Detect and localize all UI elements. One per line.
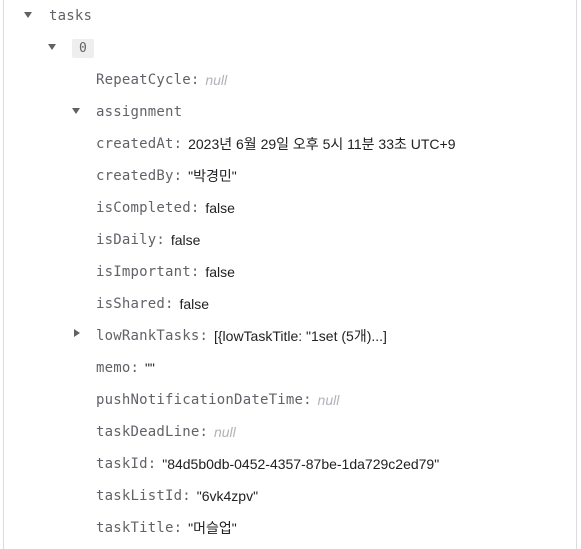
field-value: false — [170, 232, 201, 248]
field-tasklistid[interactable]: taskListId: "6vk4zpv" — [96, 484, 258, 508]
field-taskdeadline[interactable]: taskDeadLine: null — [96, 420, 236, 444]
field-colon: : — [303, 392, 312, 408]
caret-down-icon — [24, 12, 32, 18]
field-colon: : — [173, 136, 183, 152]
left-border — [3, 0, 4, 549]
field-key: lowRankTasks — [96, 328, 200, 344]
field-key: taskDeadLine — [96, 424, 200, 440]
field-key: isShared — [96, 296, 166, 312]
field-colon: : — [199, 328, 208, 344]
field-value: "박경민" — [188, 168, 237, 184]
field-iscompleted[interactable]: isCompleted: false — [96, 196, 235, 220]
caret-right-icon — [74, 329, 80, 337]
field-value: 2023년 6월 29일 오후 5시 11분 33초 UTC+9 — [188, 136, 456, 152]
expand-item-0-toggle[interactable] — [47, 42, 57, 52]
field-colon: : — [147, 456, 157, 472]
field-value: null — [205, 72, 228, 88]
field-lowranktasks[interactable]: lowRankTasks: [{lowTaskTitle: "1set (5개).… — [96, 324, 387, 348]
array-index-chip: 0 — [72, 38, 94, 58]
field-key: createdAt — [96, 136, 174, 152]
field-key: isCompleted — [96, 200, 191, 216]
field-value: null — [213, 424, 236, 440]
right-border — [576, 0, 577, 549]
node-key: assignment — [96, 104, 183, 120]
field-colon: : — [199, 424, 208, 440]
field-colon: : — [190, 200, 200, 216]
field-value: false — [179, 296, 210, 312]
tree-node-item-0[interactable]: 0 — [72, 36, 94, 60]
field-colon: : — [190, 72, 200, 88]
field-colon: : — [156, 232, 165, 248]
field-key: isDaily — [96, 232, 157, 248]
field-value: [{lowTaskTitle: "1set (5개)...] — [213, 328, 387, 344]
field-colon: : — [182, 488, 191, 504]
field-colon: : — [165, 296, 174, 312]
field-key: memo — [96, 360, 131, 376]
field-tasktitle[interactable]: taskTitle: "머슬업" — [96, 516, 237, 540]
field-colon: : — [190, 264, 200, 280]
field-colon: : — [173, 520, 183, 536]
field-key: taskListId — [96, 488, 183, 504]
field-value: false — [205, 264, 235, 280]
field-key: taskId — [96, 456, 148, 472]
field-key: createdBy — [96, 168, 174, 184]
field-key: taskTitle — [96, 520, 174, 536]
node-key: tasks — [49, 8, 93, 24]
tree-node-assignment[interactable]: assignment — [96, 100, 182, 124]
field-isimportant[interactable]: isImportant: false — [96, 260, 235, 284]
expand-assignment-toggle[interactable] — [71, 106, 81, 116]
field-value: "84d5b0db-0452-4357-87be-1da729c2ed79" — [162, 456, 440, 472]
field-isshared[interactable]: isShared: false — [96, 292, 209, 316]
field-taskid[interactable]: taskId: "84d5b0db-0452-4357-87be-1da729c2… — [96, 452, 439, 476]
field-key: pushNotificationDateTime — [96, 392, 304, 408]
field-memo[interactable]: memo: "" — [96, 356, 155, 380]
field-value: null — [317, 392, 340, 408]
field-isdaily[interactable]: isDaily: false — [96, 228, 200, 252]
field-value: false — [205, 200, 235, 216]
caret-down-icon — [48, 44, 56, 50]
expand-tasks-toggle[interactable] — [23, 10, 33, 20]
field-colon: : — [173, 168, 183, 184]
field-createdat[interactable]: createdAt:2023년 6월 29일 오후 5시 11분 33초 UTC… — [96, 132, 456, 156]
expand-lowranktasks-toggle[interactable] — [72, 328, 82, 338]
field-value: "6vk4zpv" — [196, 488, 259, 504]
caret-down-icon — [72, 108, 80, 114]
field-repeatcycle[interactable]: RepeatCycle: null — [96, 68, 227, 92]
tree-node-tasks[interactable]: tasks — [49, 4, 92, 28]
field-value: "머슬업" — [188, 520, 237, 536]
field-createdby[interactable]: createdBy: "박경민" — [96, 164, 237, 188]
field-pushnotificationdatetime[interactable]: pushNotificationDateTime: null — [96, 388, 339, 412]
field-key: isImportant — [96, 264, 191, 280]
field-key: RepeatCycle — [96, 72, 191, 88]
field-colon: : — [130, 360, 139, 376]
field-value: "" — [144, 360, 155, 376]
